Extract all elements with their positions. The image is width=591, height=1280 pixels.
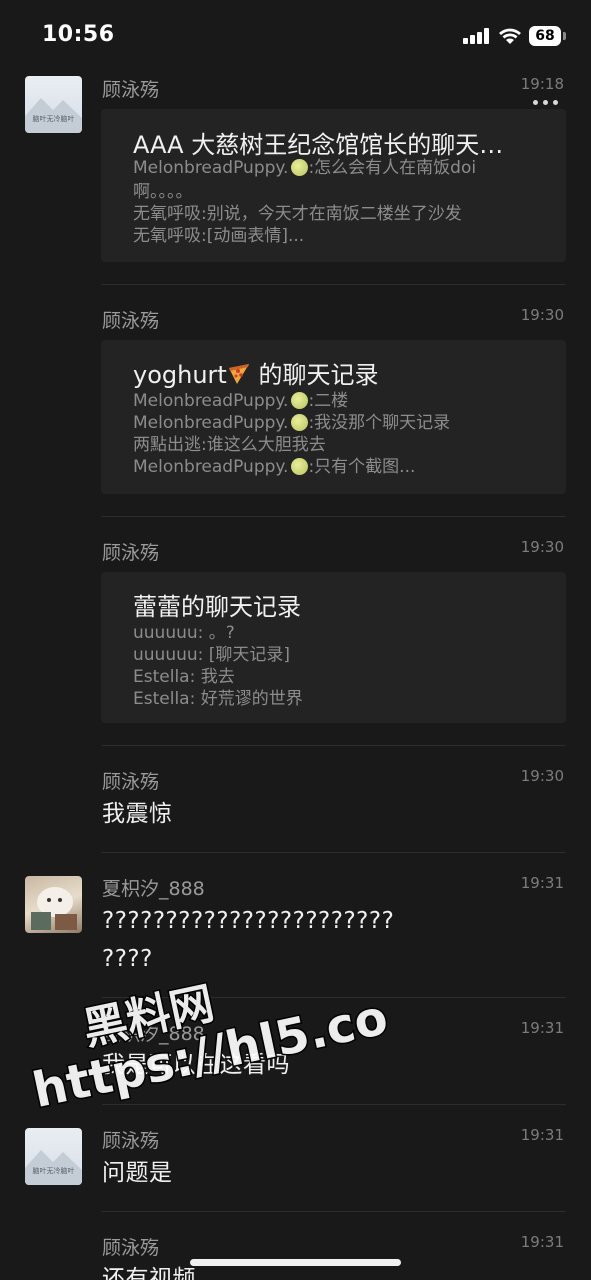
sender-name: 顾泳殇 [102, 1130, 160, 1152]
divider [102, 284, 566, 285]
chat-record-card[interactable]: yoghurt 的聊天记录 MelonbreadPuppy.:二楼 Melonb… [101, 340, 566, 494]
card-title: 蕾蕾的聊天记录 [133, 593, 301, 621]
divider [102, 745, 566, 746]
home-indicator[interactable] [190, 1259, 401, 1266]
avatar-caption: 脑叶无冷脑叶 [32, 1167, 75, 1175]
status-bar: 10:56 68 [0, 0, 591, 70]
divider [102, 852, 566, 853]
melon-bread-emoji-icon [291, 159, 309, 176]
avatar[interactable] [25, 876, 82, 933]
cellular-signal-icon [463, 28, 489, 44]
card-line: 啊。。。。 [133, 182, 193, 202]
card-line: MelonbreadPuppy.:怎么会有人在南饭doi [133, 158, 477, 178]
message-text: ??????????????????????? [102, 908, 395, 934]
cat-avatar-icon [31, 887, 77, 930]
battery-nub [563, 32, 566, 40]
message-text: 还有视频 [102, 1266, 196, 1280]
divider [102, 997, 566, 998]
card-line: 两點出逃:谁这么大胆我去 [133, 435, 326, 455]
card-title: AAA 大慈树王纪念馆馆长的聊天… [133, 131, 504, 159]
mountain-icon [25, 1150, 82, 1185]
status-time: 10:56 [42, 22, 115, 47]
avatar-caption: 脑叶无冷脑叶 [32, 115, 75, 123]
battery-icon: 68 [529, 26, 561, 46]
card-line: MelonbreadPuppy.:二楼 [133, 391, 349, 411]
more-options-icon[interactable] [530, 100, 562, 108]
divider [102, 516, 566, 517]
message-time: 19:30 [520, 306, 564, 324]
message-time: 19:31 [520, 1126, 564, 1144]
wifi-icon [499, 28, 521, 44]
message-time: 19:30 [520, 767, 564, 785]
chat-record-card[interactable]: AAA 大慈树王纪念馆馆长的聊天… MelonbreadPuppy.:怎么会有人… [101, 109, 566, 262]
message-time: 19:31 [520, 1233, 564, 1251]
message-text: 我是可以在这看吗 [102, 1052, 290, 1078]
melon-bread-emoji-icon [291, 414, 309, 431]
sender-name: 顾泳殇 [102, 310, 160, 332]
sender-name: 顾泳殇 [102, 79, 160, 101]
card-title: yoghurt 的聊天记录 [133, 361, 379, 389]
mountain-icon [25, 98, 82, 133]
message-text: 问题是 [102, 1160, 173, 1186]
sender-name: 夏枳汐_888 [102, 878, 205, 900]
sender-name: 顾泳殇 [102, 1237, 160, 1259]
card-line: uuuuuu: 。? [133, 623, 235, 643]
sender-name: 夏枳汐_888 [102, 1023, 205, 1045]
divider [102, 1211, 566, 1212]
avatar[interactable]: 脑叶无冷脑叶 [25, 1128, 82, 1185]
card-line: 无氧呼吸:[动画表情]... [133, 226, 305, 246]
card-line: uuuuuu: [聊天记录] [133, 645, 291, 665]
sender-name: 顾泳殇 [102, 542, 160, 564]
message-time: 19:18 [520, 75, 564, 93]
sender-name: 顾泳殇 [102, 771, 160, 793]
card-line: MelonbreadPuppy.:只有个截图... [133, 457, 416, 477]
melon-bread-emoji-icon [291, 458, 309, 475]
chat-record-card[interactable]: 蕾蕾的聊天记录 uuuuuu: 。? uuuuuu: [聊天记录] Estell… [101, 572, 566, 723]
message-time: 19:31 [520, 1019, 564, 1037]
watermark: 黑料网 https://hl5.co [12, 915, 399, 1156]
avatar[interactable]: 脑叶无冷脑叶 [25, 76, 82, 133]
card-line: MelonbreadPuppy.:我没那个聊天记录 [133, 413, 451, 433]
melon-bread-emoji-icon [291, 392, 309, 409]
message-time: 19:31 [520, 874, 564, 892]
pizza-emoji-icon [228, 364, 249, 384]
card-line: Estella: 好荒谬的世界 [133, 689, 303, 709]
message-time: 19:30 [520, 538, 564, 556]
card-line: Estella: 我去 [133, 667, 235, 687]
message-text: ???? [102, 946, 153, 972]
message-text: 我震惊 [102, 801, 173, 827]
divider [102, 1104, 566, 1105]
card-line: 无氧呼吸:别说，今天才在南饭二楼坐了沙发 [133, 204, 462, 224]
